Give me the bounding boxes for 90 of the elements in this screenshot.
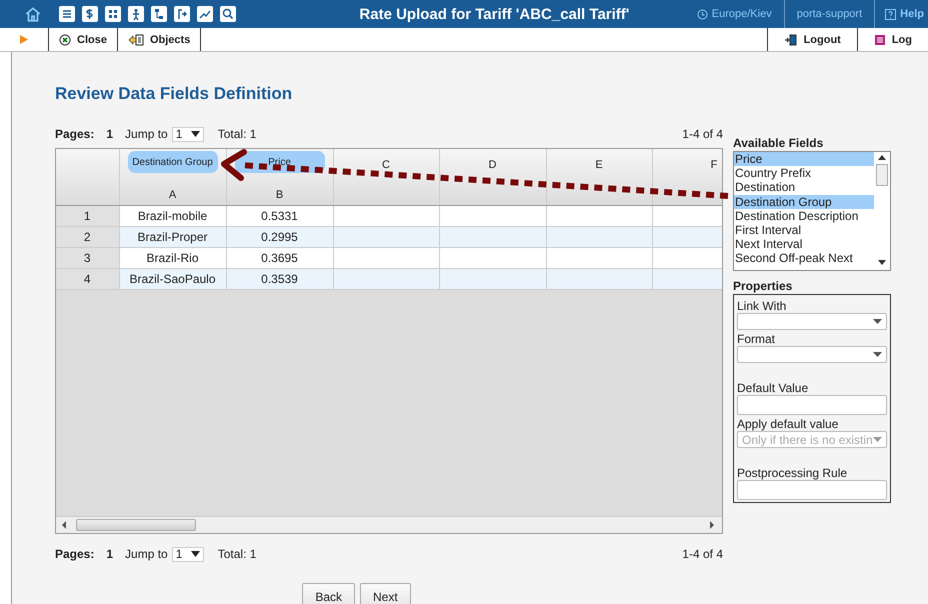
timezone-link[interactable]: Europe/Kiev <box>712 8 772 20</box>
caret-icon <box>873 437 882 442</box>
nav-button[interactable]: Back <box>302 583 355 604</box>
pages-label: Pages: <box>55 127 94 141</box>
row-number: 2 <box>56 226 119 248</box>
jump-label: Jump to <box>125 547 168 561</box>
caret-icon <box>873 352 882 357</box>
scrollbar-thumb[interactable] <box>876 164 888 186</box>
nav-button[interactable]: Next <box>360 583 411 604</box>
table-cell: 0.5331 <box>226 206 333 226</box>
field-list-item[interactable]: Destination <box>734 180 874 195</box>
column-letter: E <box>594 159 604 171</box>
table-cell: 0.3695 <box>226 248 333 268</box>
objects-button[interactable]: Objects <box>118 28 202 51</box>
search-icon[interactable] <box>220 6 236 22</box>
column-header[interactable]: C <box>333 149 439 206</box>
back-list-icon <box>128 34 144 46</box>
route-icon[interactable] <box>174 6 190 22</box>
page-heading: Review Data Fields Definition <box>55 83 294 105</box>
column-header[interactable]: Price B <box>226 149 333 206</box>
field-list-item[interactable]: Destination Group <box>734 194 874 209</box>
clock-icon <box>696 8 708 20</box>
log-icon <box>874 34 886 46</box>
hierarchy-icon[interactable] <box>151 6 167 22</box>
dollar-icon[interactable] <box>82 6 98 22</box>
help-icon <box>885 8 896 20</box>
property-input[interactable] <box>737 395 887 415</box>
column-header[interactable]: D <box>439 149 546 206</box>
table-cell: 0.2995 <box>226 226 333 248</box>
field-list-item[interactable]: Price <box>734 152 874 166</box>
corner-header <box>56 149 119 206</box>
caret-icon <box>190 131 200 137</box>
scrollbar-thumb[interactable] <box>76 519 196 531</box>
help-link[interactable]: Help <box>900 8 924 20</box>
table-cell: 0.3539 <box>226 268 333 290</box>
table-cell: Brazil-SaoPaulo <box>119 268 226 290</box>
available-fields-list[interactable]: Price Country Prefix Destination Destination Group Destination Description First Interval Next Interval Second Off-peak Next <box>733 151 891 271</box>
person-icon[interactable] <box>128 6 144 22</box>
property-label: Postprocessing Rule <box>737 466 848 480</box>
table-cell: Brazil-Proper <box>119 226 226 248</box>
scroll-up-icon[interactable] <box>878 155 886 160</box>
field-list-item[interactable]: Country Prefix <box>734 166 874 180</box>
table-cell: Brazil-mobile <box>119 206 226 226</box>
row-number: 4 <box>56 268 119 290</box>
close-icon <box>59 34 71 46</box>
available-fields-label: Available Fields <box>733 136 824 150</box>
row-number: 1 <box>56 206 119 226</box>
column-header[interactable]: E <box>546 149 652 206</box>
property-label: Link With <box>737 299 788 313</box>
column-letter: C <box>381 159 391 171</box>
column-letter: D <box>488 159 498 171</box>
property-input[interactable] <box>737 480 887 500</box>
property-label: Format <box>737 332 776 346</box>
current-page: 1 <box>106 127 114 141</box>
jump-select[interactable]: 1 <box>172 546 204 562</box>
column-letter: B <box>274 189 284 201</box>
caret-icon <box>190 551 200 557</box>
home-icon[interactable] <box>24 5 42 23</box>
pages-label: Pages: <box>55 547 94 561</box>
log-button[interactable]: Log <box>856 28 928 51</box>
property-label: Apply default value <box>737 417 840 431</box>
table-cell: Brazil-Rio <box>119 248 226 268</box>
properties-label: Properties <box>733 279 794 293</box>
range-label: 1-4 of 4 <box>682 547 723 561</box>
field-list-item[interactable]: First Interval <box>734 222 874 238</box>
row-number: 3 <box>56 248 119 268</box>
door-icon <box>784 34 798 46</box>
logout-button[interactable]: Logout <box>766 28 857 51</box>
list-icon[interactable] <box>59 6 75 22</box>
current-page: 1 <box>106 547 114 561</box>
total-label: Total: 1 <box>218 547 256 561</box>
window-title: Rate Upload for Tariff 'ABC_call Tariff' <box>358 6 630 22</box>
scroll-down-icon[interactable] <box>878 260 886 265</box>
column-header[interactable]: F <box>652 149 722 206</box>
range-label: 1-4 of 4 <box>682 127 723 141</box>
caret-icon <box>873 319 882 324</box>
close-button[interactable]: Close <box>49 28 118 51</box>
property-label: Default Value <box>737 381 810 395</box>
mapped-field-tag: Destination Group <box>128 151 218 173</box>
column-letter: A <box>168 189 178 201</box>
jump-select[interactable]: 1 <box>172 126 204 142</box>
column-letter: F <box>710 159 718 171</box>
jump-label: Jump to <box>125 127 168 141</box>
field-list-item[interactable]: Second Off-peak Next <box>734 251 874 266</box>
column-header[interactable]: Destination Group A <box>119 149 226 206</box>
horizontal-scrollbar[interactable] <box>56 516 722 533</box>
grid-icon[interactable] <box>105 6 121 22</box>
field-list-item[interactable]: Destination Description <box>734 208 874 223</box>
total-label: Total: 1 <box>218 127 256 141</box>
field-list-item[interactable]: Next Interval <box>734 237 874 252</box>
